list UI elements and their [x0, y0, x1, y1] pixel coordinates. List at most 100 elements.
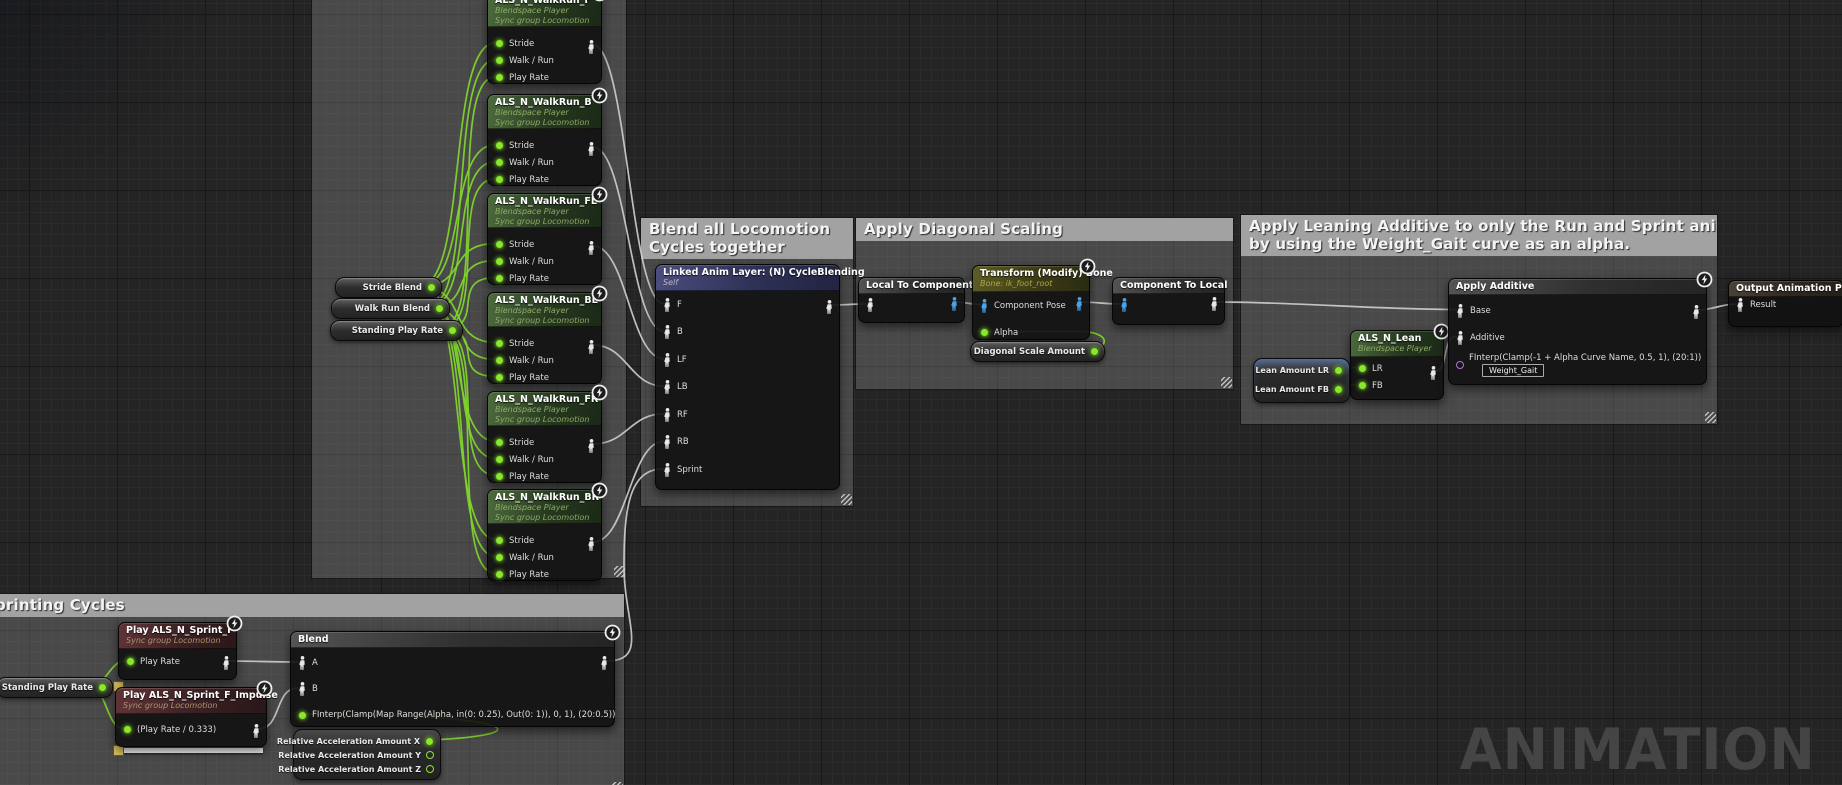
input-pin-row[interactable]: LB: [656, 374, 839, 402]
input-pin-row[interactable]: Walk / Run: [488, 549, 601, 566]
output-pose-pin[interactable]: [587, 339, 596, 358]
value-pin[interactable]: [495, 39, 504, 48]
input-pin-row[interactable]: Play Rate: [488, 171, 601, 188]
node-transform-modify-bone[interactable]: Transform (Modify) BoneBone: ik_foot_roo…: [972, 265, 1090, 340]
node-als-n-walkrun-fl[interactable]: ALS_N_WalkRun_FLBlendspace PlayerSync gr…: [487, 193, 602, 285]
input-pin-row[interactable]: Stride: [488, 236, 601, 253]
node-output-animation-pose[interactable]: Output Animation PoseResult: [1728, 280, 1842, 327]
value-pin[interactable]: [495, 455, 504, 464]
input-pin-row[interactable]: Stride: [488, 335, 601, 352]
node-component-to-local[interactable]: Component To Local: [1112, 277, 1225, 325]
variable-output-pin[interactable]: [426, 751, 434, 759]
value-pin[interactable]: [495, 373, 504, 382]
variable-output-pin[interactable]: [1334, 385, 1343, 394]
input-pin-row[interactable]: RB: [656, 429, 839, 457]
input-pin-row[interactable]: B: [291, 676, 614, 702]
input-pin-row[interactable]: Walk / Run: [488, 451, 601, 468]
node-als-n-lean[interactable]: ALS_N_LeanBlendspace PlayerLRFB: [1350, 330, 1444, 400]
output-pose-pin[interactable]: [587, 240, 596, 259]
curve-pin[interactable]: [1456, 361, 1464, 369]
output-pose-pin[interactable]: [222, 655, 231, 674]
input-pin-row[interactable]: FInterp(Clamp(Map Range(Alpha, in(0: 0.2…: [291, 702, 614, 728]
input-pin-row[interactable]: Play Rate: [488, 566, 601, 583]
variable-group-relative-acceleration[interactable]: Relative Acceleration Amount XRelative A…: [293, 729, 441, 780]
output-pose-pin[interactable]: [587, 39, 596, 58]
output-pose-pin[interactable]: [950, 296, 959, 315]
variable-standing-play-rate-2[interactable]: Standing Play Rate: [0, 677, 113, 698]
value-pin[interactable]: [495, 339, 504, 348]
input-pin-row[interactable]: Stride: [488, 532, 601, 549]
node-play-als-n-sprint-f[interactable]: Play ALS_N_Sprint_FSync group Locomotion…: [118, 622, 237, 680]
value-pin[interactable]: [495, 356, 504, 365]
input-pin-row[interactable]: [1113, 294, 1224, 316]
value-pin[interactable]: [495, 438, 504, 447]
node-als-n-walkrun-br[interactable]: ALS_N_WalkRun_BRBlendspace PlayerSync gr…: [487, 489, 602, 581]
variable-stride-blend[interactable]: Stride Blend: [335, 277, 442, 298]
value-pin[interactable]: [495, 472, 504, 481]
node-local-to-component[interactable]: Local To Component: [858, 277, 965, 323]
input-pin-row[interactable]: Stride: [488, 434, 601, 451]
input-pin-row[interactable]: A: [291, 650, 614, 676]
value-pin[interactable]: [495, 158, 504, 167]
value-pin[interactable]: [495, 175, 504, 184]
value-pin[interactable]: [495, 274, 504, 283]
output-pose-pin[interactable]: [600, 655, 609, 674]
input-pin-row[interactable]: F: [656, 291, 839, 319]
input-pin-row[interactable]: Play Rate: [488, 369, 601, 386]
value-pin[interactable]: [495, 240, 504, 249]
input-pin-row[interactable]: Stride: [488, 137, 601, 154]
variable-group-lean-amounts[interactable]: Lean Amount LRLean Amount FB: [1253, 358, 1350, 403]
value-pin[interactable]: [1358, 364, 1367, 373]
output-pose-pin[interactable]: [587, 536, 596, 555]
variable-diagonal-scale-amount[interactable]: Diagonal Scale Amount: [970, 341, 1105, 362]
variable-output-pin[interactable]: [1334, 366, 1343, 375]
variable-row[interactable]: Relative Acceleration Amount X: [294, 734, 440, 748]
input-pin-row[interactable]: Play Rate: [488, 270, 601, 287]
output-pose-pin[interactable]: [1210, 296, 1219, 315]
input-pin-row[interactable]: Component Pose: [973, 292, 1089, 319]
node-apply-additive[interactable]: Apply AdditiveBaseAdditiveFInterp(Clamp(…: [1448, 278, 1707, 385]
variable-output-pin[interactable]: [1090, 347, 1099, 356]
input-pin-row[interactable]: Walk / Run: [488, 52, 601, 69]
input-pin-row[interactable]: Stride: [488, 35, 601, 52]
value-pin[interactable]: [495, 257, 504, 266]
node-linked-anim-layer[interactable]: Linked Anim Layer: (N) CycleBlendingSelf…: [655, 264, 840, 490]
node-blend[interactable]: BlendABFInterp(Clamp(Map Range(Alpha, in…: [290, 631, 615, 727]
value-pin[interactable]: [980, 328, 989, 337]
input-pin-row[interactable]: Base: [1449, 297, 1706, 324]
variable-output-pin[interactable]: [98, 683, 107, 692]
value-pin[interactable]: [495, 553, 504, 562]
input-pin-row[interactable]: Play Rate: [488, 69, 601, 86]
node-als-n-walkrun-f[interactable]: ALS_N_WalkRun_FBlendspace PlayerSync gro…: [487, 0, 602, 84]
input-pin-row[interactable]: Walk / Run: [488, 154, 601, 171]
output-pose-pin[interactable]: [587, 438, 596, 457]
variable-row[interactable]: Lean Amount FB: [1254, 380, 1349, 399]
output-pose-pin[interactable]: [587, 141, 596, 160]
variable-output-pin[interactable]: [435, 304, 444, 313]
input-pin-row[interactable]: RF: [656, 401, 839, 429]
input-pin-row[interactable]: Additive: [1449, 324, 1706, 351]
value-pin[interactable]: [495, 141, 504, 150]
value-pin[interactable]: [495, 536, 504, 545]
node-als-n-walkrun-bl[interactable]: ALS_N_WalkRun_BLBlendspace PlayerSync gr…: [487, 292, 602, 384]
variable-output-pin[interactable]: [448, 326, 457, 335]
input-pin-row[interactable]: B: [656, 319, 839, 347]
input-pin-row[interactable]: LF: [656, 346, 839, 374]
variable-output-pin[interactable]: [425, 737, 434, 746]
input-pin-row[interactable]: Play Rate: [119, 653, 236, 670]
value-pin[interactable]: [298, 711, 307, 720]
variable-walk-run-blend[interactable]: Walk Run Blend: [331, 298, 450, 319]
variable-standing-play-rate[interactable]: Standing Play Rate: [330, 320, 463, 341]
input-pin-row[interactable]: Walk / Run: [488, 253, 601, 270]
input-pin-row[interactable]: FInterp(Clamp(-1 + Alpha Curve Name, 0.5…: [1449, 351, 1706, 378]
output-pose-pin[interactable]: [1692, 304, 1701, 323]
node-als-n-walkrun-fr[interactable]: ALS_N_WalkRun_FRBlendspace PlayerSync gr…: [487, 391, 602, 483]
value-pin[interactable]: [126, 657, 135, 666]
output-pose-pin[interactable]: [1429, 365, 1438, 384]
variable-output-pin[interactable]: [427, 283, 436, 292]
input-pin-row[interactable]: Result: [1729, 297, 1842, 313]
variable-row[interactable]: Lean Amount LR: [1254, 361, 1349, 380]
value-pin[interactable]: [495, 570, 504, 579]
curve-name-input[interactable]: Weight_Gait: [1482, 364, 1544, 377]
variable-row[interactable]: Relative Acceleration Amount Y: [294, 748, 440, 762]
